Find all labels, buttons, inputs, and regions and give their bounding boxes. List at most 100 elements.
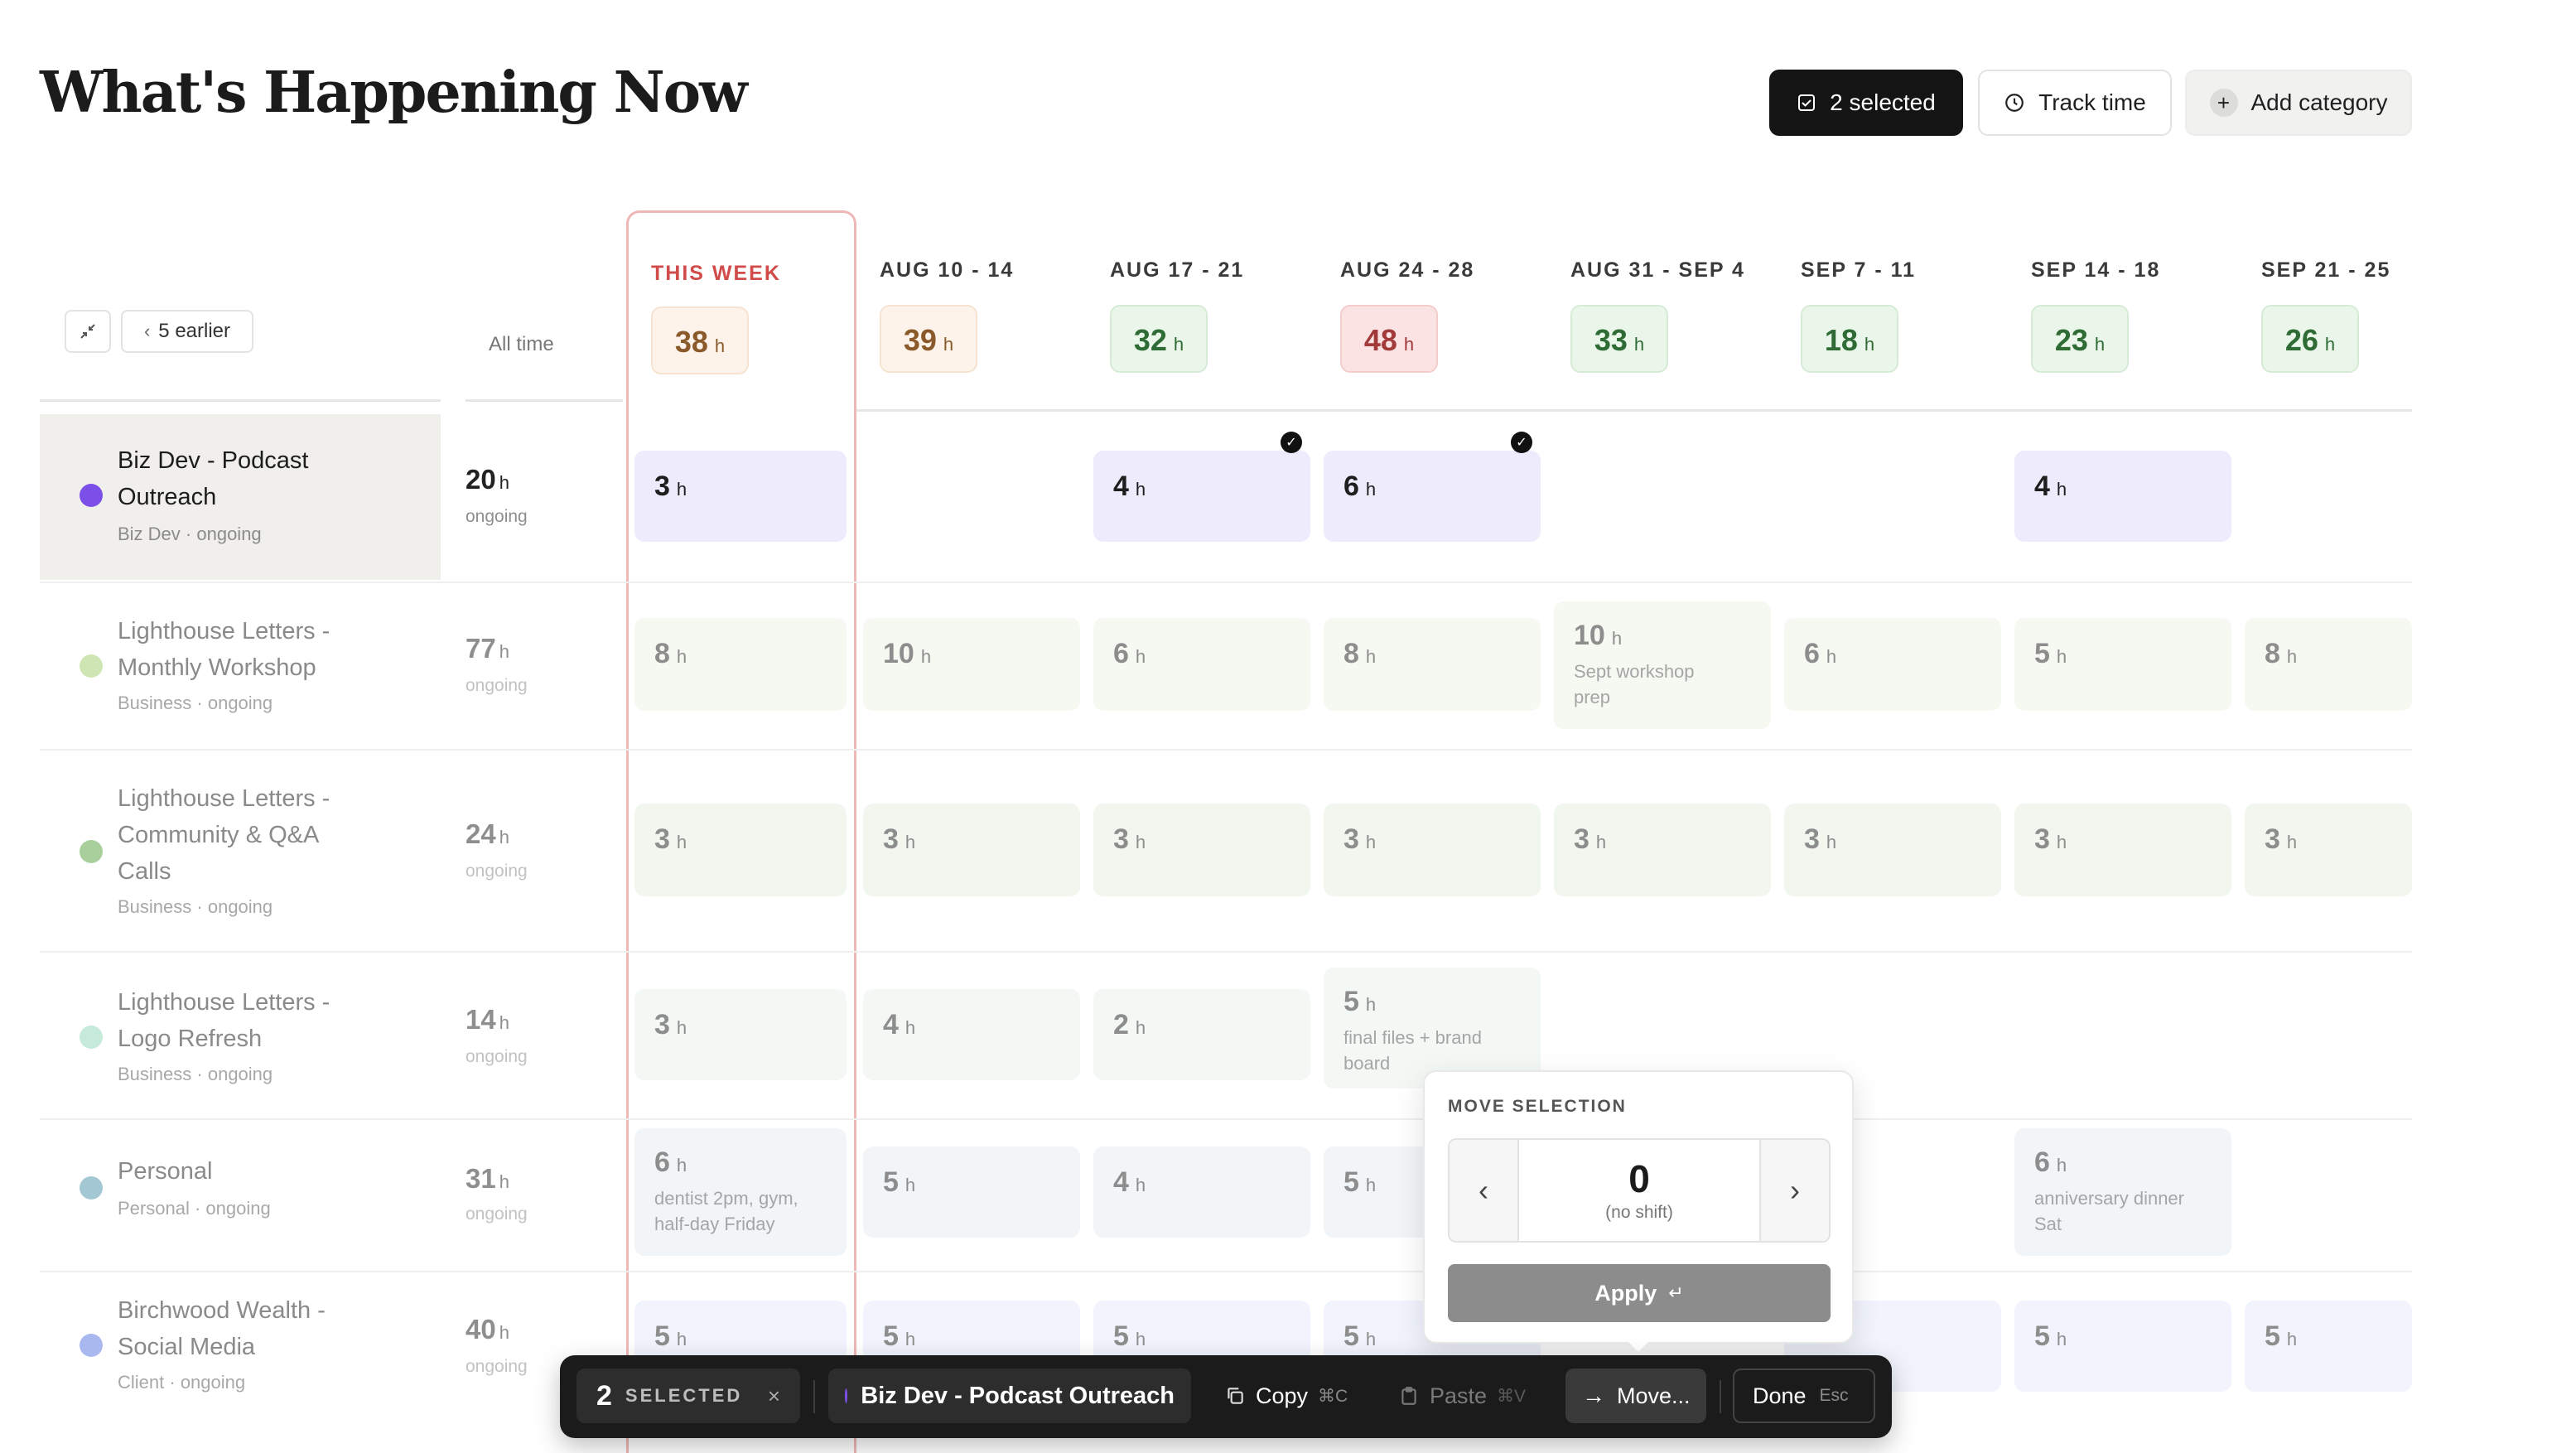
time-cell-with-note[interactable]: 6 h dentist 2pm, gym, half-day Friday: [634, 1128, 847, 1256]
selection-action-bar: 2 SELECTED × Biz Dev - Podcast Outreach …: [560, 1355, 1892, 1438]
apply-button[interactable]: Apply ↵: [1448, 1264, 1831, 1322]
time-cell[interactable]: 8h: [634, 618, 847, 711]
selected-count-button[interactable]: 2 selected: [1769, 70, 1963, 136]
move-selection-popover: MOVE SELECTION ‹ 0 (no shift) › Apply ↵: [1423, 1070, 1854, 1344]
chevron-left-icon: ‹: [1479, 1173, 1488, 1207]
row-name: Calls: [118, 858, 171, 885]
time-cell[interactable]: 8h: [1324, 618, 1541, 711]
row-name: Lighthouse Letters -: [118, 618, 330, 644]
shift-value: 0: [1628, 1157, 1650, 1200]
time-cell[interactable]: 6h: [1093, 618, 1310, 711]
time-cell[interactable]: 3h: [1093, 804, 1310, 896]
row-name: Outreach: [118, 484, 217, 510]
time-cell[interactable]: 6h: [1784, 618, 2001, 711]
selection-count-chip: 2 SELECTED ×: [576, 1369, 800, 1423]
copy-shortcut: ⌘C: [1318, 1386, 1348, 1406]
time-cell[interactable]: 3h: [2245, 804, 2412, 896]
earlier-weeks-button[interactable]: ‹ 5 earlier: [121, 310, 253, 353]
time-cell-with-note[interactable]: 10 h Sept workshop prep: [1554, 601, 1771, 729]
paste-button[interactable]: Paste ⌘V: [1385, 1369, 1542, 1423]
checkbox-icon: [1798, 94, 1816, 111]
time-cell[interactable]: 10 h: [863, 618, 1080, 711]
row-status: ongoing: [466, 1204, 528, 1224]
row-meta: Business · ongoing: [118, 896, 273, 917]
move-label: Move...: [1617, 1383, 1691, 1408]
chevron-left-icon: ‹: [143, 321, 151, 341]
time-cell-with-note[interactable]: 6 h anniversary dinner Sat: [2014, 1128, 2231, 1256]
row-divider: [40, 1271, 2412, 1272]
move-button[interactable]: → Move...: [1565, 1369, 1706, 1423]
row-all-time: 14 h: [466, 1004, 509, 1035]
chevron-right-icon: ›: [1790, 1173, 1800, 1207]
row-divider: [40, 582, 2412, 583]
time-cell[interactable]: 3h: [634, 451, 847, 542]
selection-count-label: SELECTED: [625, 1385, 743, 1406]
copy-icon: [1228, 1388, 1243, 1404]
time-cell-selected[interactable]: 4h: [1093, 451, 1310, 542]
row-name: Biz Dev - Podcast: [118, 447, 309, 474]
row-name: Lighthouse Letters -: [118, 989, 330, 1016]
time-cell[interactable]: 3h: [2014, 804, 2231, 896]
row-divider: [40, 951, 2412, 953]
row-divider: [40, 1118, 2412, 1120]
row-meta: Business · ongoing: [118, 693, 273, 713]
bar-divider: [1720, 1380, 1721, 1413]
time-cell[interactable]: 5h: [863, 1146, 1080, 1238]
shift-hint: (no shift): [1605, 1203, 1673, 1222]
decrement-button[interactable]: ‹: [1450, 1140, 1519, 1241]
clipboard-icon: [1401, 1387, 1416, 1405]
time-cell[interactable]: 3h: [863, 804, 1080, 896]
selected-check-icon: ✓: [1281, 432, 1302, 453]
row-all-time: 20 h: [466, 464, 509, 495]
time-cell[interactable]: 5h: [2245, 1301, 2412, 1392]
time-cell[interactable]: 3h: [1554, 804, 1771, 896]
time-cell[interactable]: 3h: [634, 804, 847, 896]
row-all-time: 31 h: [466, 1163, 509, 1194]
paste-shortcut: ⌘V: [1497, 1386, 1527, 1406]
time-cell[interactable]: 4h: [2014, 451, 2231, 542]
done-shortcut: Esc: [1819, 1386, 1849, 1405]
row-status: ongoing: [466, 507, 528, 526]
increment-button[interactable]: ›: [1759, 1140, 1829, 1241]
time-cell[interactable]: 8h: [2245, 618, 2412, 711]
row-meta: Biz Dev · ongoing: [118, 524, 262, 544]
clear-selection-icon[interactable]: ×: [768, 1383, 780, 1409]
project-chip[interactable]: Biz Dev - Podcast Outreach: [828, 1369, 1191, 1423]
popover-pointer: [1625, 1339, 1652, 1352]
collapse-button[interactable]: [65, 310, 111, 353]
time-cell[interactable]: 4h: [1093, 1146, 1310, 1238]
arrow-right-icon: →: [1582, 1383, 1605, 1408]
time-cell[interactable]: 3h: [1784, 804, 2001, 896]
time-cell[interactable]: 5h: [2014, 618, 2231, 711]
time-cell[interactable]: 3h: [1324, 804, 1541, 896]
week-total-5: 18 h: [1801, 305, 1898, 373]
row-status: ongoing: [466, 1357, 528, 1376]
week-header-1: AUG 10 - 14: [880, 258, 1015, 282]
row-status: ongoing: [466, 676, 528, 695]
track-time-button[interactable]: Track time: [1978, 70, 2172, 136]
week-total-6: 23 h: [2031, 305, 2129, 373]
week-header-0: THIS WEEK: [651, 262, 781, 285]
week-total-1: 39 h: [880, 305, 977, 373]
week-header-6: SEP 14 - 18: [2031, 258, 2161, 282]
header-divider: [466, 399, 623, 402]
time-cell[interactable]: 4h: [863, 989, 1080, 1080]
row-divider: [40, 749, 2412, 751]
time-cell[interactable]: 2h: [1093, 989, 1310, 1080]
selected-count-label: 2 selected: [1830, 89, 1936, 115]
week-total-2: 32 h: [1110, 305, 1208, 373]
time-cell[interactable]: 3h: [634, 989, 847, 1080]
row-status: ongoing: [466, 1047, 528, 1066]
row-name: Logo Refresh: [118, 1026, 263, 1052]
week-header-3: AUG 24 - 28: [1340, 258, 1475, 282]
row-name: Social Media: [118, 1334, 256, 1360]
row-name: Monthly Workshop: [118, 654, 316, 681]
copy-label: Copy: [1256, 1383, 1309, 1408]
done-button[interactable]: Done Esc: [1733, 1369, 1875, 1423]
row-all-time: 40 h: [466, 1314, 509, 1344]
project-name: Biz Dev - Podcast Outreach: [861, 1382, 1175, 1409]
copy-button[interactable]: Copy ⌘C: [1211, 1369, 1368, 1423]
add-category-button[interactable]: + Add category: [2185, 70, 2412, 136]
time-cell[interactable]: 5h: [2014, 1301, 2231, 1392]
time-cell-selected[interactable]: 6h: [1324, 451, 1541, 542]
